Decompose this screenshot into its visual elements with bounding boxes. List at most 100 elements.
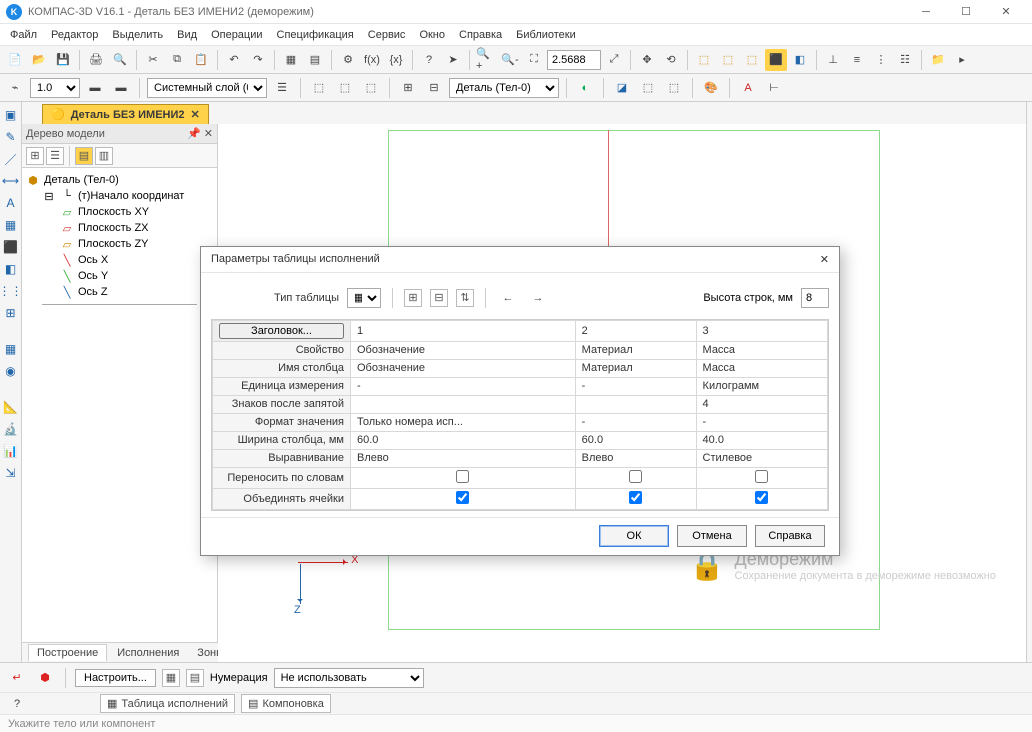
d1-icon[interactable]: ⊥ xyxy=(822,49,844,71)
pan-icon[interactable]: ✥ xyxy=(636,49,658,71)
menu-service[interactable]: Сервис xyxy=(368,29,406,41)
merge-3-checkbox[interactable] xyxy=(755,491,768,504)
menu-help[interactable]: Справка xyxy=(459,29,502,41)
tree-view2-icon[interactable]: ☰ xyxy=(46,147,64,165)
box4-icon[interactable]: ⬛ xyxy=(765,49,787,71)
cell[interactable]: - xyxy=(575,377,696,395)
lb-measure-icon[interactable]: 📐 xyxy=(2,398,20,416)
cell[interactable]: 60.0 xyxy=(575,431,696,449)
d4-icon[interactable]: ☷ xyxy=(894,49,916,71)
render4-icon[interactable]: ⬚ xyxy=(663,77,685,99)
wrap-1-checkbox[interactable] xyxy=(456,470,469,483)
col-head-3[interactable]: 3 xyxy=(696,320,827,341)
paste-icon[interactable]: 📋 xyxy=(190,49,212,71)
tree-pin-icon[interactable]: 📌 xyxy=(187,128,201,140)
cell[interactable]: 60.0 xyxy=(351,431,576,449)
header-button[interactable]: Заголовок... xyxy=(219,323,344,339)
cell[interactable] xyxy=(575,395,696,413)
lb-snap-icon[interactable]: ◉ xyxy=(2,362,20,380)
lb-surf-icon[interactable]: ◧ xyxy=(2,260,20,278)
new-icon[interactable]: 📄 xyxy=(4,49,26,71)
table-type-select[interactable]: ▦ xyxy=(347,288,381,308)
help-icon[interactable]: ? xyxy=(418,49,440,71)
menu-window[interactable]: Окно xyxy=(419,29,445,41)
render2-icon[interactable]: ◪ xyxy=(611,77,633,99)
cell[interactable]: Обозначение xyxy=(351,359,576,377)
zoom-in-icon[interactable]: 🔍+ xyxy=(475,49,497,71)
zoom-fit-icon[interactable]: ⤢ xyxy=(603,49,625,71)
render3-icon[interactable]: ⬚ xyxy=(637,77,659,99)
ok-button[interactable]: ОК xyxy=(599,525,669,547)
layer-select[interactable]: Системный слой (0) xyxy=(147,78,267,98)
help-button[interactable]: Справка xyxy=(755,525,825,547)
folder-icon[interactable]: 📁 xyxy=(927,49,949,71)
t2-icon[interactable]: ⬚ xyxy=(334,77,356,99)
lb-dim-icon[interactable]: ⟷ xyxy=(2,172,20,190)
copy-icon[interactable]: ⧉ xyxy=(166,49,188,71)
stop-icon[interactable]: ⬢ xyxy=(34,667,56,689)
tree-view4-icon[interactable]: ▥ xyxy=(95,147,113,165)
model-tree[interactable]: ⬢Деталь (Тел-0) ⊟└(т)Начало координат ▱П… xyxy=(22,168,217,662)
tab-build[interactable]: Построение xyxy=(28,644,107,661)
wrap-2-checkbox[interactable] xyxy=(629,470,642,483)
tree-view1-icon[interactable]: ⊞ xyxy=(26,147,44,165)
cancel-button[interactable]: Отмена xyxy=(677,525,747,547)
tab-variants[interactable]: Исполнения xyxy=(109,645,187,661)
tree-plane-xy[interactable]: Плоскость XY xyxy=(78,206,149,218)
palette-icon[interactable]: 🎨 xyxy=(700,77,722,99)
right-scrollbar[interactable] xyxy=(1026,102,1032,662)
line-width-select[interactable]: 1.0 xyxy=(30,78,80,98)
lb-line-icon[interactable]: ／ xyxy=(2,150,20,168)
menu-libraries[interactable]: Библиотеки xyxy=(516,29,576,41)
bottom-tab-table[interactable]: ▦Таблица исполнений xyxy=(100,694,235,713)
cell[interactable]: 40.0 xyxy=(696,431,827,449)
zoom-out-icon[interactable]: 🔍- xyxy=(499,49,521,71)
cell[interactable]: Влево xyxy=(575,449,696,467)
menu-select[interactable]: Выделить xyxy=(112,29,163,41)
tree-axis-x[interactable]: Ось X xyxy=(78,254,108,266)
save-icon[interactable]: 💾 xyxy=(52,49,74,71)
row-height-input[interactable] xyxy=(801,288,829,308)
cell[interactable]: Обозначение xyxy=(351,341,576,359)
maximize-button[interactable]: ☐ xyxy=(946,0,986,24)
lb-cube-icon[interactable]: ▣ xyxy=(2,106,20,124)
color1-icon[interactable]: ▬ xyxy=(84,77,106,99)
dim-icon[interactable]: ⊢ xyxy=(763,77,785,99)
render1-icon[interactable]: ◐ xyxy=(574,77,596,99)
box1-icon[interactable]: ⬚ xyxy=(693,49,715,71)
menu-edit[interactable]: Редактор xyxy=(51,29,98,41)
layer-mgr-icon[interactable]: ☰ xyxy=(271,77,293,99)
close-button[interactable]: ✕ xyxy=(986,0,1026,24)
cell[interactable]: Влево xyxy=(351,449,576,467)
zoom-window-icon[interactable]: ⛶ xyxy=(523,49,545,71)
menu-spec[interactable]: Спецификация xyxy=(277,29,354,41)
tree-view3-icon[interactable]: ▤ xyxy=(75,147,93,165)
d3-icon[interactable]: ⋮ xyxy=(870,49,892,71)
doc-tab-active[interactable]: 🟡 Деталь БЕЗ ИМЕНИ2 ✕ xyxy=(42,104,209,124)
prev-icon[interactable]: ← xyxy=(497,287,519,309)
undo-icon[interactable]: ↶ xyxy=(223,49,245,71)
color2-icon[interactable]: ▬ xyxy=(110,77,132,99)
print-icon[interactable]: 🖨 xyxy=(85,49,107,71)
cell[interactable] xyxy=(351,395,576,413)
cols-del-icon[interactable]: ⊟ xyxy=(430,289,448,307)
btm-ic1-icon[interactable]: ▦ xyxy=(162,669,180,687)
preview-icon[interactable]: 🔍 xyxy=(109,49,131,71)
lb-export-icon[interactable]: ⇲ xyxy=(2,464,20,482)
btm-ic2-icon[interactable]: ▤ xyxy=(186,669,204,687)
menu-file[interactable]: Файл xyxy=(10,29,37,41)
cancel-op-icon[interactable]: ↵ xyxy=(6,667,28,689)
col-head-1[interactable]: 1 xyxy=(351,320,576,341)
btm-help-icon[interactable]: ? xyxy=(6,693,28,715)
lb-report-icon[interactable]: 📊 xyxy=(2,442,20,460)
pointer-icon[interactable]: ➤ xyxy=(442,49,464,71)
cell[interactable]: - xyxy=(351,377,576,395)
vars-icon[interactable]: {x} xyxy=(385,49,407,71)
tree-origin[interactable]: (т)Начало координат xyxy=(78,190,184,202)
ann-icon[interactable]: A xyxy=(737,77,759,99)
zoom-input[interactable] xyxy=(547,50,601,70)
wrap-3-checkbox[interactable] xyxy=(755,470,768,483)
tree-root[interactable]: Деталь (Тел-0) xyxy=(44,174,119,186)
lb-array-icon[interactable]: ⋮⋮ xyxy=(2,282,20,300)
box2-icon[interactable]: ⬚ xyxy=(717,49,739,71)
